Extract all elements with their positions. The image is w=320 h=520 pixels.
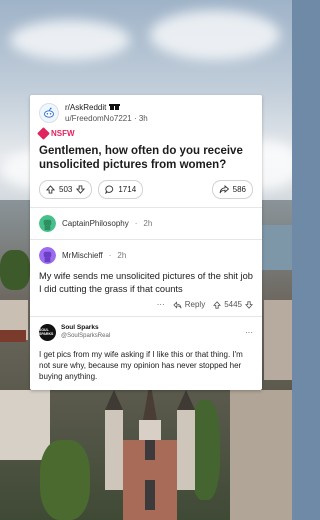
user-avatar[interactable] xyxy=(39,247,56,264)
comment-time: 2h xyxy=(117,251,127,260)
cathedral xyxy=(105,380,195,520)
reddit-post[interactable]: r/AskReddit u/FreedomNo7221 · 3h NSFW Ge… xyxy=(30,95,262,207)
comment-count: 1714 xyxy=(118,185,137,194)
soul-sparks-avatar[interactable]: SOUL SPARKS xyxy=(39,323,56,341)
downvote-arrow-icon[interactable] xyxy=(76,185,86,194)
nsfw-icon xyxy=(37,127,50,140)
tree xyxy=(0,250,30,290)
comment-author[interactable]: CaptainPhilosophy xyxy=(62,219,129,228)
reply-label: Reply xyxy=(184,300,206,309)
tweet-body: I get pics from my wife asking if I like… xyxy=(39,350,243,381)
reply-button[interactable]: Reply xyxy=(173,300,205,309)
dot-separator: · xyxy=(134,219,138,228)
subreddit-label[interactable]: r/AskReddit xyxy=(65,102,106,113)
post-time: 3h xyxy=(138,114,148,123)
askreddit-alien-icon[interactable] xyxy=(39,103,59,123)
nsfw-tag: NSFW xyxy=(37,127,253,140)
tweet-author-name[interactable]: Soul Sparks xyxy=(61,323,110,332)
glasses-icon xyxy=(109,104,121,110)
cloud xyxy=(150,10,280,60)
share-arrow-icon xyxy=(219,185,229,194)
post-title[interactable]: Gentlemen, how often do you receive unso… xyxy=(39,144,253,172)
share-count: 586 xyxy=(232,185,246,194)
more-options-button[interactable]: ··· xyxy=(157,300,165,309)
building xyxy=(0,390,50,460)
comment-actions: ··· Reply 5445 xyxy=(39,300,253,309)
nsfw-label: NSFW xyxy=(51,129,75,138)
comment-bubble-icon xyxy=(105,185,114,194)
upvote-arrow-icon[interactable] xyxy=(46,185,55,194)
vote-pill: 503 xyxy=(39,180,93,199)
comment-author[interactable]: MrMischieff xyxy=(62,251,103,260)
avatar-logo-text: SOUL SPARKS xyxy=(39,328,54,336)
tweet-more-button[interactable]: ··· xyxy=(245,328,253,337)
comment-vote-count: 5445 xyxy=(224,300,242,309)
cloud xyxy=(10,20,130,60)
comment-time: 2h xyxy=(143,219,153,228)
post-actions: 503 1714 586 xyxy=(39,180,253,199)
dot-separator: · xyxy=(108,251,112,260)
upvote-arrow-icon[interactable] xyxy=(213,300,222,309)
reply-arrow-icon xyxy=(173,300,182,309)
post-card: r/AskReddit u/FreedomNo7221 · 3h NSFW Ge… xyxy=(30,95,262,390)
comment-vote: 5445 xyxy=(213,300,253,309)
building xyxy=(264,300,292,380)
downvote-arrow-icon[interactable] xyxy=(245,300,253,309)
comment-mrmischieff[interactable]: MrMischieff · 2h My wife sends me unsoli… xyxy=(30,240,262,316)
post-author[interactable]: u/FreedomNo7221 xyxy=(65,114,132,123)
roof xyxy=(0,330,26,342)
building xyxy=(230,390,292,520)
comment-body: My wife sends me unsolicited pictures of… xyxy=(39,271,253,294)
upvote-count: 503 xyxy=(59,185,73,194)
subreddit-name[interactable]: r/AskReddit xyxy=(65,102,148,113)
tree xyxy=(40,440,90,520)
tweet-handle[interactable]: @SoulSparksReal xyxy=(61,332,110,341)
comments-button[interactable]: 1714 xyxy=(98,180,144,199)
tweet-card[interactable]: SOUL SPARKS Soul Sparks @SoulSparksReal … xyxy=(30,317,262,390)
comment-captainphilosophy[interactable]: CaptainPhilosophy · 2h xyxy=(30,208,262,239)
share-button[interactable]: 586 xyxy=(211,180,253,199)
user-avatar[interactable] xyxy=(39,215,56,232)
